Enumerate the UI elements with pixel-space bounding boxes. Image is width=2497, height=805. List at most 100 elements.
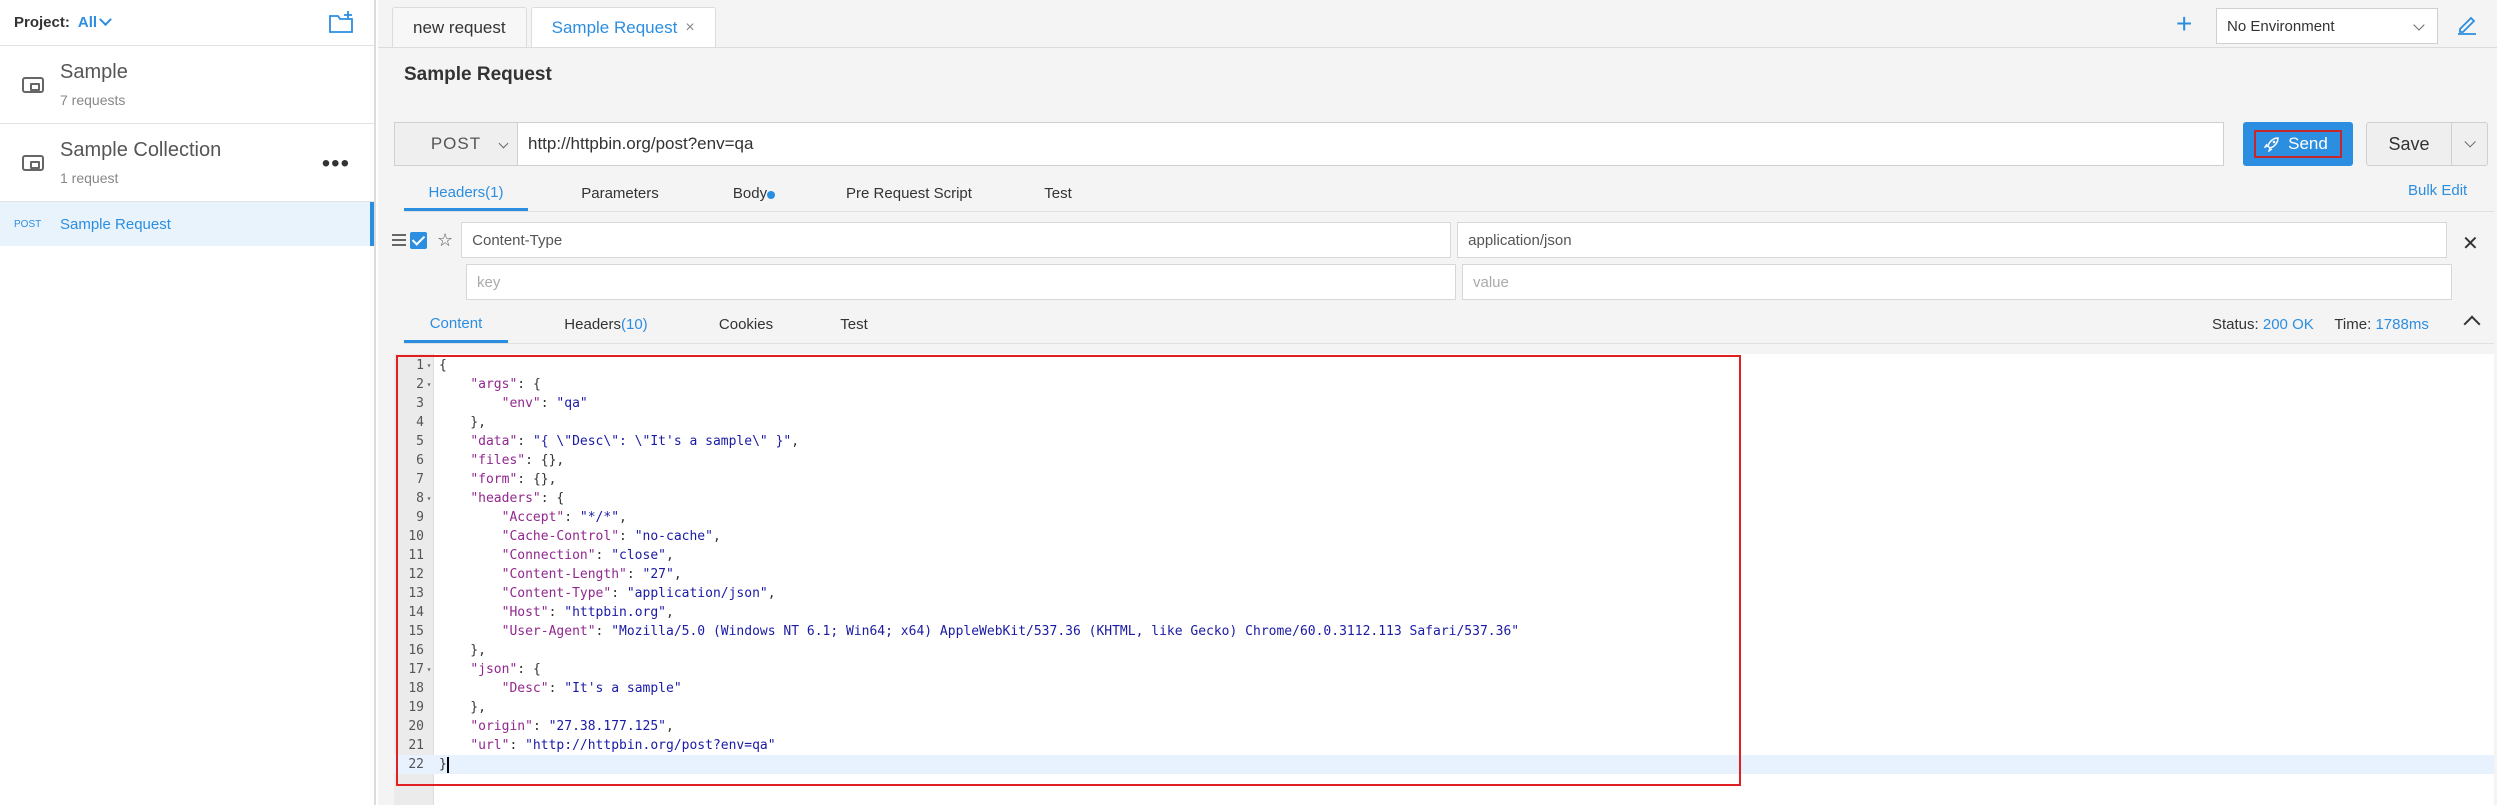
line-number: 4 [416, 415, 424, 430]
code-line[interactable]: 22} [394, 755, 2494, 774]
code-line[interactable]: 10 "Cache-Control": "no-cache", [394, 527, 2494, 546]
code-line[interactable]: 2 ▾ "args": { [394, 375, 2494, 394]
code-line[interactable]: 14 "Host": "httpbin.org", [394, 603, 2494, 622]
code-line[interactable]: 16 }, [394, 641, 2494, 660]
code-text: "url": "http://httpbin.org/post?env=qa" [470, 738, 776, 753]
code-text: "Host": "httpbin.org", [501, 605, 674, 620]
line-number: 9 [416, 510, 424, 525]
tab-label: Content [429, 314, 483, 332]
tab-label: Body [732, 185, 768, 202]
code-line[interactable]: 11 "Connection": "close", [394, 546, 2494, 565]
line-number: 1 [416, 358, 424, 373]
tab-sample-request[interactable]: Sample Request × [530, 7, 716, 47]
add-tab-icon[interactable]: + [2176, 10, 2192, 38]
tab-parameters[interactable]: Parameters [528, 176, 712, 211]
method-select[interactable]: POST [394, 122, 518, 166]
tab-content[interactable]: Content [404, 306, 508, 343]
url-input[interactable]: http://httpbin.org/post?env=qa [518, 122, 2224, 166]
project-bar: Project: All [0, 0, 374, 46]
code-line[interactable]: 12 "Content-Length": "27", [394, 565, 2494, 584]
tab-label: new request [413, 17, 506, 37]
code-line[interactable]: 20 "origin": "27.38.177.125", [394, 717, 2494, 736]
response-tabs: Content Headers (10) Cookies Test [404, 306, 2494, 344]
sidebar-request-item[interactable]: POST Sample Request [0, 202, 374, 246]
save-button[interactable]: Save [2366, 122, 2488, 166]
code-line[interactable]: 9 "Accept": "*/*", [394, 508, 2494, 527]
header-enabled-checkbox[interactable] [410, 231, 427, 249]
tab-label: Parameters [581, 185, 659, 202]
line-number: 10 [408, 529, 424, 544]
code-line[interactable]: 13 "Content-Type": "application/json", [394, 584, 2494, 603]
line-number: 2 [416, 377, 424, 392]
environment-select[interactable]: No Environment [2216, 8, 2438, 44]
tab-pre-request-script[interactable]: Pre Request Script [788, 176, 1030, 211]
bulk-edit-link[interactable]: Bulk Edit [2408, 182, 2467, 199]
code-line[interactable]: 17 ▾ "json": { [394, 660, 2494, 679]
request-title: Sample Request [404, 64, 552, 85]
chevron-down-icon [99, 13, 112, 27]
code-line[interactable]: 19 }, [394, 698, 2494, 717]
more-options-icon[interactable]: ••• [322, 150, 350, 178]
tab-test[interactable]: Test [1030, 176, 1086, 211]
chevron-down-icon [2413, 19, 2425, 31]
new-header-value-input[interactable]: value [1462, 264, 2452, 300]
line-number: 20 [408, 719, 424, 734]
new-folder-icon[interactable] [328, 11, 356, 35]
fold-arrow-icon[interactable]: ▾ [424, 489, 434, 508]
tab-body[interactable]: Body [712, 176, 788, 211]
tab-response-headers[interactable]: Headers (10) [508, 306, 704, 343]
collection-name: Sample [60, 61, 128, 83]
code-line[interactable]: 1 ▾ { [394, 356, 2494, 375]
collection-item[interactable]: Sample 7 requests [0, 46, 374, 124]
code-line[interactable]: 6 "files": {}, [394, 451, 2494, 470]
tab-new-request[interactable]: new request [392, 7, 527, 47]
line-number: 21 [408, 738, 424, 753]
response-status: Status: 200 OK Time: 1788ms [2212, 316, 2429, 333]
code-line[interactable]: 18 "Desc": "It's a sample" [394, 679, 2494, 698]
close-icon[interactable]: ✕ [2462, 231, 2479, 256]
fold-arrow-icon[interactable]: ▾ [424, 375, 434, 394]
new-header-key-input[interactable]: key [466, 264, 1456, 300]
chevron-down-icon[interactable] [2464, 136, 2476, 148]
code-text: "json": { [470, 662, 541, 677]
response-code-editor[interactable]: 1 ▾{2 ▾ "args": {3 "env": "qa" 4 }, 5 "data"… [394, 354, 2494, 805]
fold-arrow-icon[interactable]: ▾ [424, 356, 434, 375]
close-icon[interactable]: × [685, 19, 694, 37]
tab-cookies[interactable]: Cookies [704, 306, 788, 343]
code-line[interactable]: 15 "User-Agent": "Mozilla/5.0 (Windows N… [394, 622, 2494, 641]
collection-count: 1 request [60, 170, 119, 186]
tab-label: Test [840, 316, 868, 333]
code-line[interactable]: 7 "form": {}, [394, 470, 2494, 489]
project-label: Project: [14, 14, 70, 31]
project-select[interactable]: All [78, 13, 112, 31]
send-label: Send [2288, 134, 2328, 153]
code-text: "form": {}, [470, 472, 557, 487]
modified-dot [767, 191, 776, 199]
tab-headers[interactable]: Headers (1) [404, 176, 528, 211]
edit-icon[interactable] [2455, 12, 2479, 36]
code-line[interactable]: 8 ▾ "headers": { [394, 489, 2494, 508]
request-tabs: Headers (1) Parameters Body Pre Request S… [404, 176, 2494, 212]
method-value: POST [430, 134, 482, 153]
star-icon[interactable]: ☆ [437, 230, 453, 251]
line-number: 14 [408, 605, 424, 620]
header-value-input[interactable]: application/json [1457, 222, 2448, 258]
drag-handle-icon[interactable] [392, 231, 406, 249]
line-number: 17 [408, 662, 424, 677]
send-button[interactable]: Send [2243, 122, 2353, 166]
collection-item[interactable]: Sample Collection 1 request ••• [0, 124, 374, 202]
header-key-input[interactable]: Content-Type [461, 222, 1452, 258]
tab-response-test[interactable]: Test [788, 306, 920, 343]
code-line[interactable]: 5 "data": "{ \"Desc\": \"It's a sample\"… [394, 432, 2494, 451]
fold-arrow-icon[interactable]: ▾ [424, 660, 434, 679]
code-line[interactable]: 4 }, [394, 413, 2494, 432]
code-line[interactable]: 3 "env": "qa" [394, 394, 2494, 413]
code-line[interactable]: 21 "url": "http://httpbin.org/post?env=q… [394, 736, 2494, 755]
